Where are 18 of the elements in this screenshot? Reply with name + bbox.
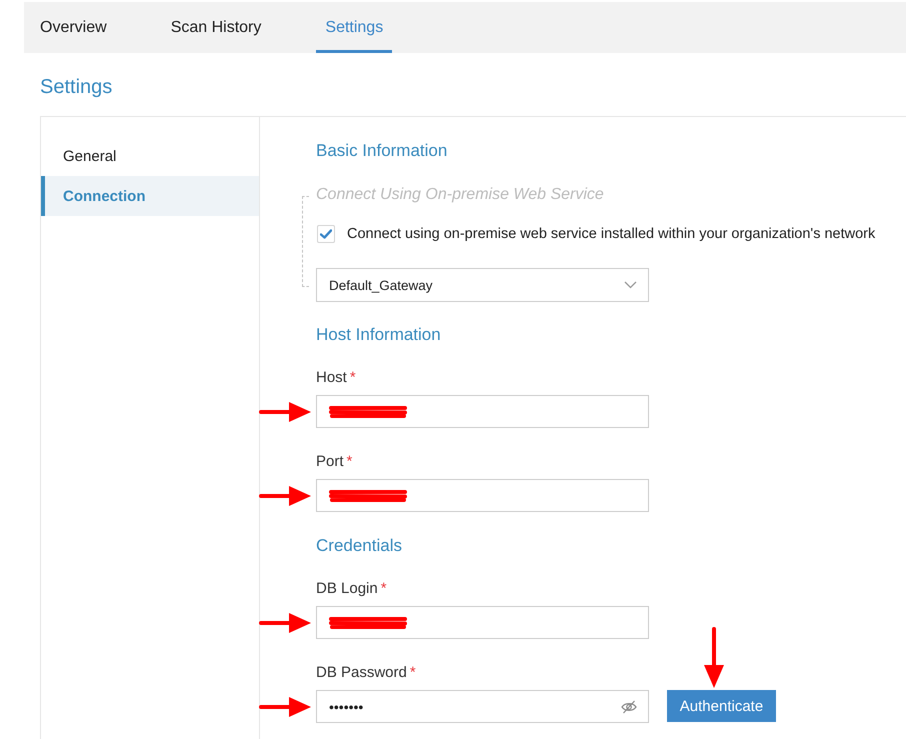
checkmark-icon: [320, 229, 332, 239]
checkbox-label: Connect using on-premise web service installed within your organization's network: [347, 226, 876, 242]
gateway-dropdown[interactable]: Default_Gateway: [316, 268, 649, 302]
hide-password-icon[interactable]: [621, 700, 637, 714]
chevron-down-icon: [624, 281, 637, 289]
section-heading: Credentials: [316, 535, 402, 557]
checkbox[interactable]: [317, 225, 335, 243]
field-label: Port *: [316, 452, 352, 472]
field-label: Host *: [316, 368, 356, 388]
group-legend: Connect Using On-premise Web Service: [316, 184, 604, 206]
tab[interactable]: Overview: [31, 2, 116, 53]
section-heading: Host Information: [316, 324, 441, 346]
tab[interactable]: Scan History: [162, 2, 270, 53]
sidebar-item[interactable]: General: [41, 136, 259, 176]
field-label: DB Login *: [316, 579, 387, 599]
page-title: Settings: [40, 75, 112, 99]
section-heading: Basic Information: [316, 140, 448, 162]
field-label: DB Password *: [316, 663, 416, 683]
